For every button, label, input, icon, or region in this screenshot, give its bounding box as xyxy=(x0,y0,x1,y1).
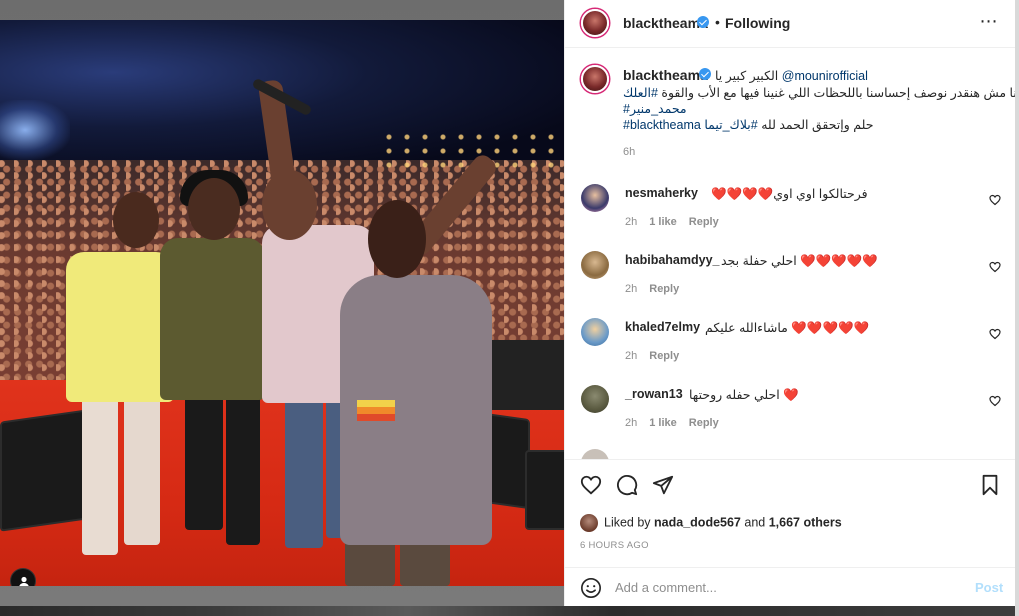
likes-middle: and xyxy=(744,515,766,530)
comment-time[interactable]: 2h xyxy=(625,350,637,362)
comment-item: habibahamdyy_ احلي حفلة بجد ❤️❤️❤️❤️❤️ 2… xyxy=(565,247,1016,313)
caption-author-username[interactable]: blacktheama xyxy=(623,67,708,83)
caption-time[interactable]: 6h xyxy=(623,146,635,158)
liker-avatar[interactable] xyxy=(580,514,598,532)
comment-meta: 2h Reply xyxy=(625,283,691,295)
comment-time[interactable]: 2h xyxy=(625,417,637,429)
comment-heart-icon[interactable] xyxy=(989,194,1001,206)
caption-line-2-text: مهما قلنا مش هنقدر نوصف إحساسنا باللحظات… xyxy=(661,86,1016,100)
comment-time[interactable]: 2h xyxy=(625,283,637,295)
comment-heart-icon[interactable] xyxy=(989,328,1001,340)
caption-line-4-text: حلم وإتحقق الحمد لله xyxy=(761,118,874,132)
comment-reply-button[interactable]: Reply xyxy=(649,283,679,295)
photo-speaker-left xyxy=(0,408,95,532)
comment-meta: 2h Reply xyxy=(625,350,691,362)
comments-scroll-area[interactable]: blacktheama الكبير كبير يا @mouniroffici… xyxy=(565,49,1016,459)
post-detail-pane: blacktheama • Following ⋯ blacktheama ال… xyxy=(564,0,1016,606)
comment-item: _rowan13 احلي حفله روحتها ❤️ 2h 1 like Rep… xyxy=(565,381,1016,447)
more-horizontal-icon[interactable]: ⋯ xyxy=(977,12,1001,34)
send-icon[interactable] xyxy=(652,474,674,496)
comment-username[interactable]: _rowan13 xyxy=(625,387,683,401)
liker-username[interactable]: nada_dode567 xyxy=(654,515,741,529)
comment-text: ❤️❤️❤️❤️فرحتالكوا اوي اوي xyxy=(711,187,868,201)
person-tag-icon xyxy=(19,576,29,586)
comment-text: احلي حفلة بجد ❤️❤️❤️❤️❤️ xyxy=(721,254,878,268)
comment-icon[interactable] xyxy=(616,474,638,496)
caption-mention[interactable]: @mounirofficial xyxy=(782,69,868,83)
comment-avatar-partial[interactable] xyxy=(581,449,609,459)
scrollbar-track[interactable] xyxy=(1015,0,1019,616)
comment-likes[interactable]: 1 like xyxy=(649,417,677,429)
comment-reply-button[interactable]: Reply xyxy=(689,417,719,429)
photo-stage-gear xyxy=(490,340,564,410)
photo-speaker-right-2 xyxy=(525,450,564,530)
likes-prefix: Liked by xyxy=(604,515,651,530)
caption-hashtag-4[interactable]: #بلاك_تيما xyxy=(704,118,757,132)
likes-count[interactable]: 1,667 others xyxy=(769,515,842,529)
comment-username[interactable]: nesmaherky xyxy=(625,186,698,200)
comment-username[interactable]: khaled7elmy xyxy=(625,320,700,334)
comment-item: nesmaherky ❤️❤️❤️❤️فرحتالكوا اوي اوي 2h 1… xyxy=(565,180,1016,246)
caption-line-1-text: الكبير كبير يا xyxy=(715,69,779,83)
likes-summary: Liked by nada_dode567 and 1,667 others xyxy=(580,514,842,532)
comment-avatar[interactable] xyxy=(581,251,609,279)
caption-line-1: الكبير كبير يا @mounirofficial xyxy=(715,68,868,83)
caption-line-2: مهما قلنا مش هنقدر نوصف إحساسنا باللحظات… xyxy=(623,85,1016,100)
background-strip xyxy=(0,606,1019,616)
following-button[interactable]: Following xyxy=(725,15,790,31)
header-separator: • xyxy=(715,14,720,30)
caption-hashtag-3[interactable]: #blacktheama xyxy=(623,118,701,132)
comment-username[interactable]: habibahamdyy_ xyxy=(625,253,719,267)
comment-reply-button[interactable]: Reply xyxy=(689,216,719,228)
verified-badge-icon xyxy=(697,16,709,28)
bookmark-icon[interactable] xyxy=(979,474,1001,496)
comment-avatar[interactable] xyxy=(581,318,609,346)
comment-text: ماشاءالله عليكم ❤️❤️❤️❤️❤️ xyxy=(705,321,870,335)
comment-avatar[interactable] xyxy=(581,385,609,413)
comment-meta: 2h 1 like Reply xyxy=(625,216,731,228)
caption-hashtag-2[interactable]: #محمد_منير xyxy=(623,101,687,116)
comment-avatar[interactable] xyxy=(581,184,609,212)
author-username[interactable]: blacktheama xyxy=(623,15,708,31)
comment-item: khaled7elmy ماشاءالله عليكم ❤️❤️❤️❤️❤️ 2… xyxy=(565,314,1016,380)
comment-likes[interactable]: 1 like xyxy=(649,216,677,228)
comment-text: احلي حفله روحتها ❤️ xyxy=(689,388,799,402)
post-photo[interactable] xyxy=(0,20,564,586)
comment-composer: Add a comment... Post xyxy=(565,567,1016,607)
post-timestamp[interactable]: 6 HOURS AGO xyxy=(580,540,649,551)
comment-time[interactable]: 2h xyxy=(625,216,637,228)
comment-reply-button[interactable]: Reply xyxy=(649,350,679,362)
comment-heart-icon[interactable] xyxy=(989,395,1001,407)
add-comment-input[interactable]: Add a comment... xyxy=(615,580,717,595)
caption-hashtag-1[interactable]: #العلك xyxy=(623,86,658,100)
caption-author-avatar[interactable] xyxy=(581,65,609,93)
post-comment-button[interactable]: Post xyxy=(975,580,1003,595)
verified-badge-icon xyxy=(699,68,711,80)
emoji-icon[interactable] xyxy=(580,577,602,599)
comment-meta: 2h 1 like Reply xyxy=(625,417,731,429)
comment-heart-icon[interactable] xyxy=(989,261,1001,273)
photo-spotlight xyxy=(0,100,70,160)
author-avatar[interactable] xyxy=(581,9,609,37)
heart-icon[interactable] xyxy=(580,474,602,496)
caption-line-4: #blacktheama حلم وإتحقق الحمد لله #بلاك_… xyxy=(623,117,873,132)
post-header: blacktheama • Following ⋯ xyxy=(565,0,1016,48)
post-actions: Liked by nada_dode567 and 1,667 others 6… xyxy=(565,459,1016,606)
